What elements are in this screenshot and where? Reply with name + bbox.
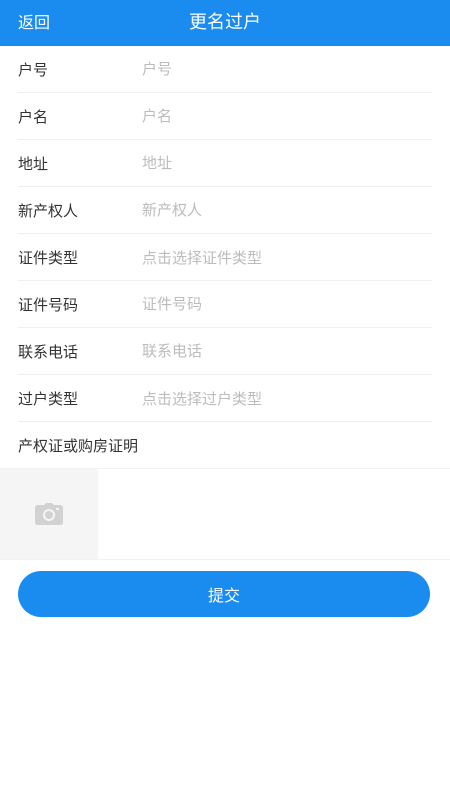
row-address: 地址	[18, 140, 432, 187]
attachment-title: 产权证或购房证明	[18, 436, 139, 455]
id-type-select[interactable]: 点击选择证件类型	[142, 247, 432, 268]
header-bar: 返回 更名过户	[0, 0, 450, 46]
account-no-input[interactable]	[142, 60, 432, 78]
phone-input[interactable]	[142, 342, 432, 360]
transfer-type-select[interactable]: 点击选择过户类型	[142, 388, 432, 409]
row-new-owner: 新产权人	[18, 187, 432, 234]
camera-icon	[35, 503, 63, 525]
label-id-number: 证件号码	[18, 295, 79, 314]
row-id-number: 证件号码	[18, 281, 432, 328]
label-id-type: 证件类型	[18, 248, 79, 267]
photo-upload-button[interactable]	[0, 469, 98, 559]
row-account-no: 户号	[18, 46, 432, 93]
label-phone: 联系电话	[18, 342, 79, 361]
label-account-name: 户名	[18, 107, 49, 126]
row-transfer-type: 过户类型 点击选择过户类型	[18, 375, 432, 422]
row-phone: 联系电话	[18, 328, 432, 375]
id-number-input[interactable]	[142, 295, 432, 313]
page-title: 更名过户	[189, 12, 261, 33]
label-account-no: 户号	[18, 60, 49, 79]
label-address: 地址	[18, 154, 49, 173]
row-id-type: 证件类型 点击选择证件类型	[18, 234, 432, 281]
transfer-form: 户号 户名 地址 新产权人 证件类型 点击选择证件类型 证件号码 联系电话	[0, 46, 450, 560]
label-new-owner: 新产权人	[18, 201, 79, 220]
label-transfer-type: 过户类型	[18, 389, 79, 408]
photo-upload-area	[0, 468, 450, 560]
address-input[interactable]	[142, 154, 432, 172]
page: 返回 更名过户 户号 户名 地址 新产权人 证件类型 点击选择证件类型 证件号码	[0, 0, 450, 800]
account-name-input[interactable]	[142, 107, 432, 125]
new-owner-input[interactable]	[142, 201, 432, 219]
submit-button[interactable]: 提交	[18, 571, 430, 617]
row-account-name: 户名	[18, 93, 432, 140]
